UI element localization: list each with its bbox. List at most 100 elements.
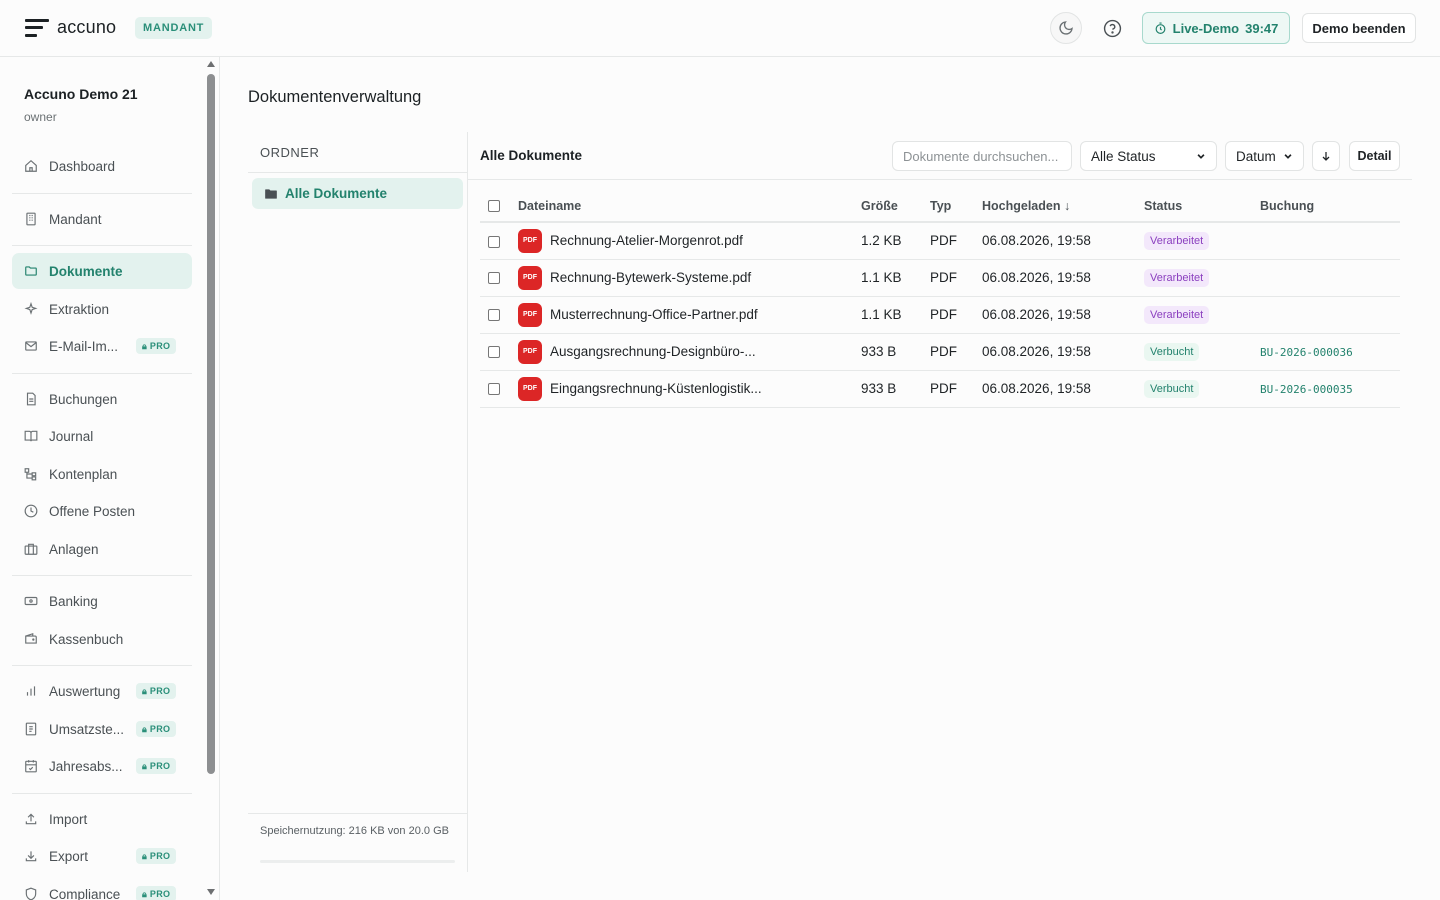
pdf-file-icon: PDF [518,228,542,253]
sidebar: Accuno Demo 21 owner Dashboard Mandant D… [0,57,220,900]
row-checkbox[interactable] [488,272,500,285]
sidebar-item-extraktion[interactable]: Extraktion [12,291,192,327]
file-name[interactable]: Rechnung-Bytewerk-Systeme.pdf [550,270,751,285]
status-badge: Verarbeitet [1144,268,1210,287]
sidebar-item-import[interactable]: Import [12,801,192,837]
sidebar-item-buchungen[interactable]: Buchungen [12,381,192,417]
table-row[interactable]: PDF Eingangsrechnung-Küstenlogistik... 933… [480,370,1400,408]
file-type: PDF [930,370,982,408]
sidebar-item-kassenbuch[interactable]: Kassenbuch [12,621,192,657]
folders-heading: ORDNER [260,145,320,160]
brand-logo[interactable]: accuno [25,17,116,38]
sidebar-item-offene-posten[interactable]: Offene Posten [12,493,192,529]
book-open-icon [24,429,38,443]
file-name[interactable]: Musterrechnung-Office-Partner.pdf [550,307,758,322]
booking-link[interactable]: BU-2026-000036 [1260,346,1353,359]
sidebar-item-export[interactable]: Export 🔒︎ PRO [12,838,192,874]
column-header-status[interactable]: Status [1144,190,1260,223]
column-header-filename[interactable]: Dateiname [518,190,861,223]
detail-view-button[interactable]: Detail [1349,141,1400,171]
mail-icon [24,339,38,353]
row-checkbox[interactable] [488,235,500,248]
divider [12,665,192,666]
sidebar-item-banking[interactable]: Banking [12,583,192,619]
sidebar-item-mandant[interactable]: Mandant [12,201,192,237]
sidebar-item-label: Export [49,848,89,864]
sidebar-item-label: Umsatzste... [49,721,125,737]
sidebar-item-kontenplan[interactable]: Kontenplan [12,456,192,492]
select-all-checkbox[interactable] [488,200,500,213]
sidebar-item-anlagen[interactable]: Anlagen [12,531,192,567]
file-size: 1.1 KB [861,296,930,334]
page-title: Dokumentenverwaltung [248,88,422,106]
documents-pane: Alle Dokumente Alle Status Datum Detail … [468,132,1412,872]
file-name[interactable]: Ausgangsrechnung-Designbüro-... [550,344,756,359]
help-button[interactable] [1096,12,1128,44]
file-text-icon [24,392,38,406]
hierarchy-icon [24,467,38,481]
upload-date: 06.08.2026, 19:58 [982,333,1144,371]
table-row[interactable]: PDF Rechnung-Atelier-Morgenrot.pdf 1.2 KB P… [480,222,1400,260]
file-name-cell[interactable]: PDF Rechnung-Atelier-Morgenrot.pdf [518,228,861,253]
file-name-cell[interactable]: PDF Eingangsrechnung-Küstenlogistik... [518,376,861,401]
booking-link[interactable]: BU-2026-000035 [1260,383,1353,396]
status-badge: Verbucht [1144,342,1200,361]
sidebar-item-auswertung[interactable]: Auswertung 🔒︎ PRO [12,673,192,709]
tenant-role: owner [24,110,57,124]
column-header-type[interactable]: Typ [930,190,982,223]
end-demo-button[interactable]: Demo beenden [1302,13,1416,43]
file-name[interactable]: Rechnung-Atelier-Morgenrot.pdf [550,233,743,248]
help-icon [1103,19,1121,37]
row-checkbox[interactable] [488,346,500,359]
sparkles-icon [24,302,38,316]
file-size: 1.1 KB [861,259,930,297]
file-name-cell[interactable]: PDF Ausgangsrechnung-Designbüro-... [518,339,861,364]
row-checkbox[interactable] [488,309,500,322]
scroll-down-arrow[interactable] [207,889,215,895]
sidebar-item-email-import[interactable]: E-Mail-Im... 🔒︎ PRO [12,328,192,364]
file-type: PDF [930,333,982,371]
moon-icon [1059,21,1073,35]
sidebar-item-compliance[interactable]: Compliance 🔒︎ PRO [12,876,192,900]
scroll-thumb[interactable] [207,74,215,774]
column-header-size[interactable]: Größe [861,190,930,223]
sort-direction-button[interactable] [1312,141,1340,171]
status-filter-select[interactable]: Alle Status [1080,141,1217,171]
sidebar-item-umsatzsteuer[interactable]: Umsatzste... 🔒︎ PRO [12,711,192,747]
sidebar-item-label: Kassenbuch [49,631,124,647]
sidebar-item-dokumente[interactable]: Dokumente [12,253,192,289]
sidebar-item-dashboard[interactable]: Dashboard [12,148,192,184]
file-name[interactable]: Eingangsrechnung-Küstenlogistik... [550,381,762,396]
pdf-file-icon: PDF [518,302,542,327]
documents-title: Alle Dokumente [480,148,583,163]
theme-toggle-button[interactable] [1050,12,1082,44]
sidebar-item-jahresabschluss[interactable]: Jahresabs... 🔒︎ PRO [12,748,192,784]
file-type: PDF [930,222,982,260]
sidebar-scrollbar[interactable] [204,57,218,900]
row-checkbox[interactable] [488,383,500,396]
app-name: accuno [57,17,117,37]
sidebar-item-label: Anlagen [49,541,99,557]
search-input[interactable] [892,141,1072,171]
status-badge: Verbucht [1144,379,1200,398]
sort-field-select[interactable]: Datum [1225,141,1304,171]
table-row[interactable]: PDF Rechnung-Bytewerk-Systeme.pdf 1.1 KB PD… [480,259,1400,297]
live-demo-timer[interactable]: Live-Demo 39:47 [1142,12,1290,44]
folder-all-documents[interactable]: Alle Dokumente [252,178,463,209]
sidebar-item-label: Buchungen [49,391,118,407]
calendar-check-icon [24,759,38,773]
sort-field-value: Datum [1236,148,1276,164]
table-row[interactable]: PDF Ausgangsrechnung-Designbüro-... 933 BP… [480,333,1400,371]
column-header-booking[interactable]: Buchung [1260,190,1400,223]
sidebar-item-journal[interactable]: Journal [12,418,192,454]
pdf-file-icon: PDF [518,265,542,290]
sidebar-item-label: Banking [49,593,98,609]
table-row[interactable]: PDF Musterrechnung-Office-Partner.pdf 1.1 … [480,296,1400,334]
sidebar-item-label: Extraktion [49,301,110,317]
scroll-up-arrow[interactable] [207,61,215,67]
live-demo-time: 39:47 [1245,20,1279,36]
column-header-uploaded[interactable]: Hochgeladen ↓ [982,190,1144,223]
file-name-cell[interactable]: PDF Musterrechnung-Office-Partner.pdf [518,302,861,327]
file-name-cell[interactable]: PDF Rechnung-Bytewerk-Systeme.pdf [518,265,861,290]
wallet-icon [24,632,38,646]
